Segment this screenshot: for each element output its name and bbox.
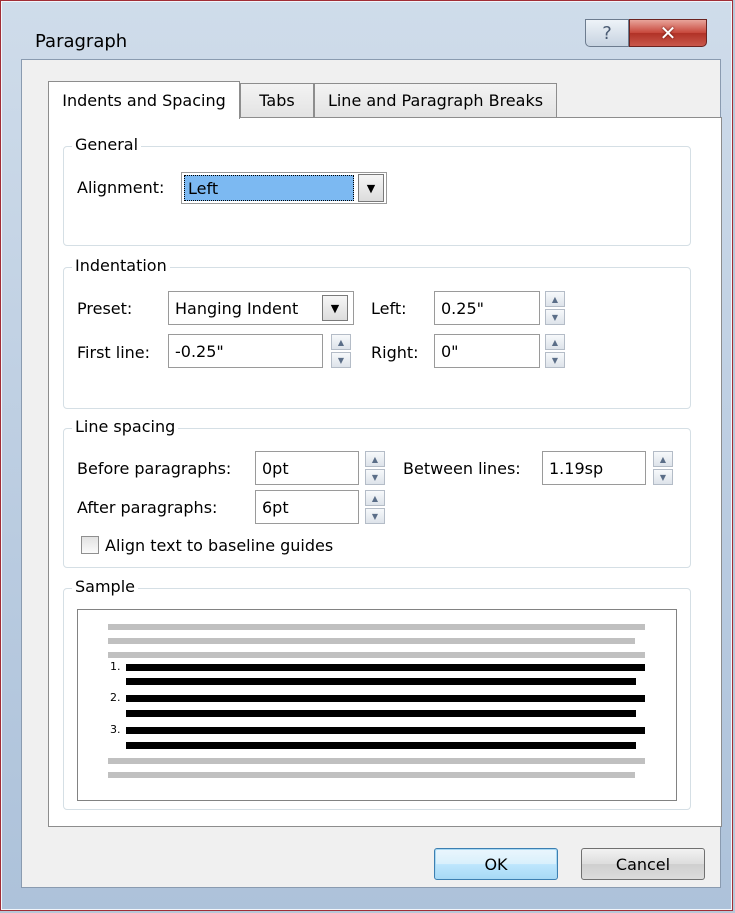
help-button[interactable]: ? [585, 19, 629, 47]
after-paragraphs-input[interactable]: 6pt [255, 490, 359, 524]
preview-paragraph-line [126, 710, 636, 717]
between-lines-spinner[interactable]: ▲ ▼ [653, 451, 673, 485]
preset-label: Preset: [77, 299, 133, 318]
dialog-window: Paragraph ? ✕ Indents and Spacing Tabs L… [0, 0, 733, 911]
preview-number: 1. [110, 660, 121, 673]
tab-tabs[interactable]: Tabs [240, 83, 314, 117]
right-indent-label: Right: [371, 343, 419, 362]
tab-indents-and-spacing[interactable]: Indents and Spacing [48, 81, 240, 119]
ok-button[interactable]: OK [434, 848, 558, 880]
before-paragraphs-spinner[interactable]: ▲ ▼ [365, 451, 385, 485]
baseline-guides-checkbox[interactable] [81, 536, 99, 554]
sample-legend: Sample [72, 577, 138, 596]
spin-down-icon[interactable]: ▼ [653, 469, 673, 485]
preview-paragraph-line [126, 678, 636, 685]
preview-paragraph-line [126, 664, 645, 671]
preview-previous-line [108, 624, 645, 630]
preview-number: 2. [110, 691, 121, 704]
chevron-down-icon: ▼ [330, 301, 340, 315]
tab-line-and-paragraph-breaks[interactable]: Line and Paragraph Breaks [314, 83, 557, 117]
right-indent-input[interactable]: 0" [434, 334, 540, 368]
baseline-guides-label[interactable]: Align text to baseline guides [105, 536, 333, 555]
alignment-label: Alignment: [77, 178, 165, 197]
alignment-dropdown[interactable]: Left [181, 172, 387, 204]
between-lines-label: Between lines: [403, 459, 521, 478]
before-paragraphs-label: Before paragraphs: [77, 459, 232, 478]
sample-preview: 1. 2. 3. [77, 609, 677, 801]
preview-paragraph-line [126, 695, 645, 702]
spin-up-icon[interactable]: ▲ [365, 451, 385, 467]
right-indent-spinner[interactable]: ▲ ▼ [545, 334, 565, 368]
close-icon: ✕ [659, 21, 677, 45]
help-icon: ? [602, 22, 612, 44]
spin-down-icon[interactable]: ▼ [331, 352, 351, 368]
first-line-spinner[interactable]: ▲ ▼ [331, 334, 351, 368]
cancel-button[interactable]: Cancel [581, 848, 705, 880]
after-paragraphs-spinner[interactable]: ▲ ▼ [365, 490, 385, 524]
left-indent-spinner[interactable]: ▲ ▼ [545, 291, 565, 325]
preview-following-line [108, 758, 645, 764]
line-spacing-legend: Line spacing [72, 417, 179, 436]
dialog-title: Paragraph [35, 31, 128, 52]
preview-previous-line [108, 638, 635, 644]
first-line-label: First line: [77, 343, 151, 362]
left-indent-input[interactable]: 0.25" [434, 291, 540, 325]
close-button[interactable]: ✕ [629, 19, 707, 47]
spin-up-icon[interactable]: ▲ [331, 334, 351, 350]
spin-up-icon[interactable]: ▲ [365, 490, 385, 506]
spin-down-icon[interactable]: ▼ [545, 309, 565, 325]
preview-following-line [108, 772, 635, 778]
spin-up-icon[interactable]: ▲ [545, 334, 565, 350]
spin-down-icon[interactable]: ▼ [365, 508, 385, 524]
preset-dropdown-button[interactable]: ▼ [322, 295, 348, 321]
general-legend: General [72, 135, 142, 154]
alignment-selected-value: Left [184, 175, 354, 201]
preview-previous-line [108, 652, 645, 658]
spin-down-icon[interactable]: ▼ [545, 352, 565, 368]
chevron-down-icon: ▼ [366, 181, 376, 195]
indentation-group [63, 267, 691, 409]
spin-up-icon[interactable]: ▲ [545, 291, 565, 307]
before-paragraphs-input[interactable]: 0pt [255, 451, 359, 485]
indentation-legend: Indentation [72, 256, 170, 275]
after-paragraphs-label: After paragraphs: [77, 498, 218, 517]
left-indent-label: Left: [371, 299, 407, 318]
preview-number: 3. [110, 723, 121, 736]
between-lines-input[interactable]: 1.19sp [542, 451, 646, 485]
spin-up-icon[interactable]: ▲ [653, 451, 673, 467]
alignment-dropdown-button[interactable]: ▼ [358, 174, 384, 202]
preview-paragraph-line [126, 727, 645, 734]
first-line-input[interactable]: -0.25" [168, 334, 323, 368]
spin-down-icon[interactable]: ▼ [365, 469, 385, 485]
preview-paragraph-line [126, 742, 636, 749]
